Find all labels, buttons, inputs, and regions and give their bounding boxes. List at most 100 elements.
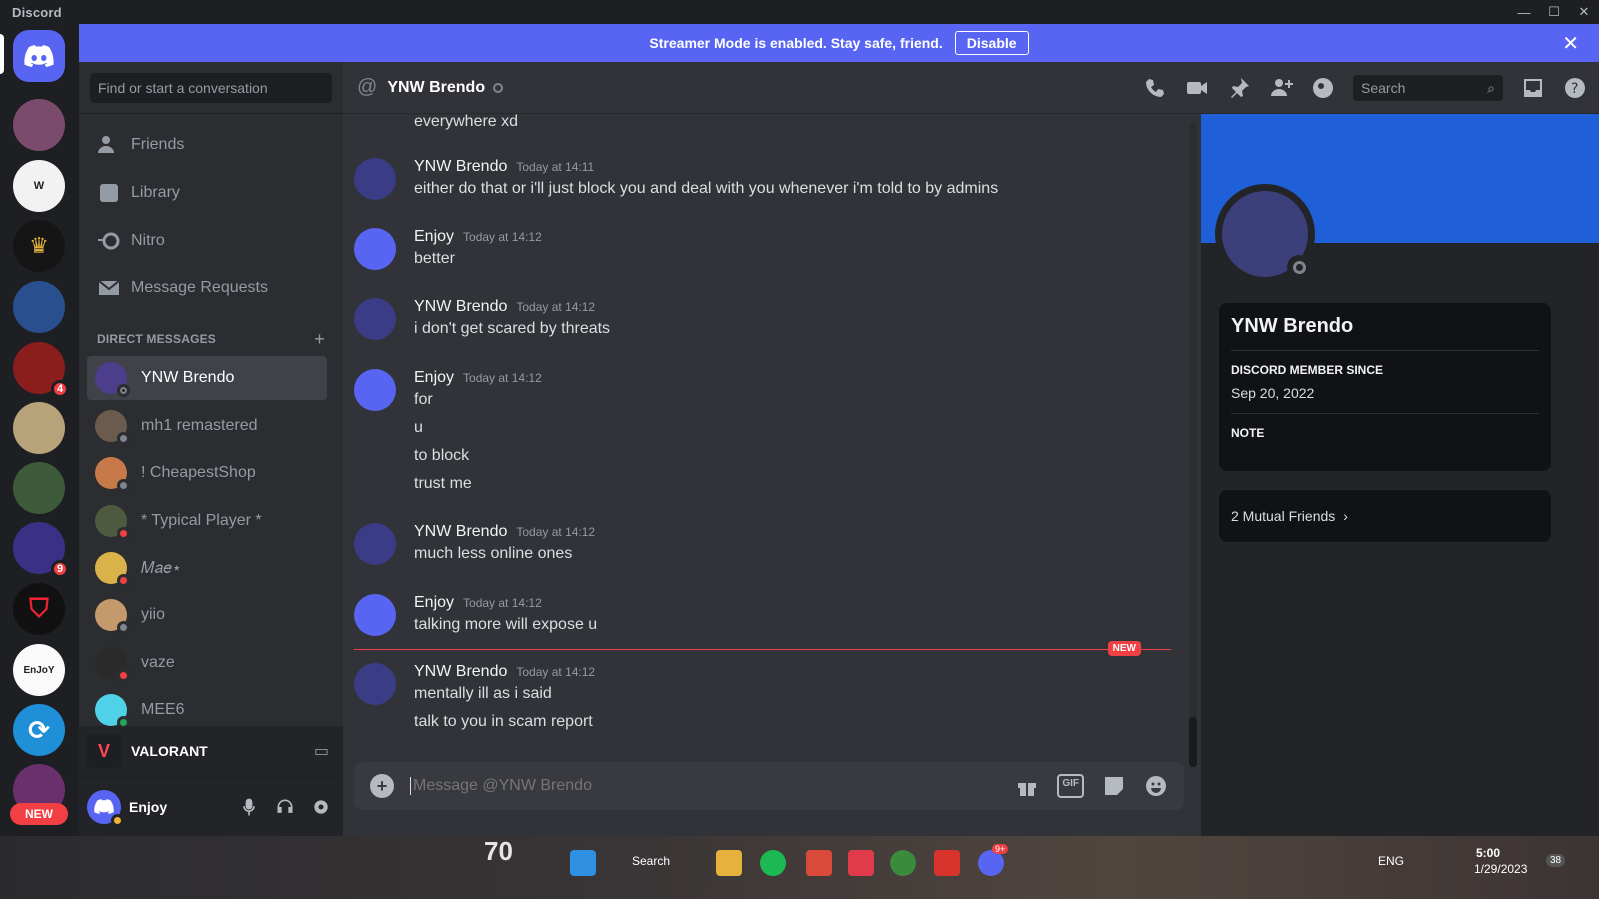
message-author[interactable]: Enjoy [414, 369, 454, 387]
screen-share-icon[interactable]: ▭ [314, 741, 329, 761]
gift-icon[interactable] [1015, 774, 1039, 798]
server-icon[interactable] [13, 99, 65, 151]
message-timestamp: Today at 14:12 [463, 596, 542, 610]
status-icon [117, 621, 130, 634]
valorant-taskbar-icon[interactable] [848, 850, 874, 876]
divider [79, 113, 343, 114]
nav-nitro[interactable]: Nitro [87, 220, 335, 262]
clock-time[interactable]: 5:00 [1476, 846, 1500, 860]
close-window-icon[interactable]: ✕ [1569, 0, 1599, 24]
video-call-icon[interactable] [1185, 76, 1209, 100]
server-icon[interactable]: 4 [13, 342, 69, 398]
message-author[interactable]: Enjoy [414, 228, 454, 246]
status-icon [117, 479, 130, 492]
emoji-icon[interactable] [1144, 774, 1168, 798]
avatar[interactable] [354, 369, 396, 411]
maximize-icon[interactable]: ☐ [1539, 0, 1569, 24]
settings-gear-icon[interactable] [311, 797, 331, 817]
dm-item[interactable]: 𝑀𝑎𝑒⋆ [87, 546, 327, 590]
username: Enjoy [129, 798, 168, 815]
dm-name: * Typical Player * [141, 512, 262, 529]
mention-badge: 9 [51, 560, 69, 578]
headphones-icon[interactable] [275, 797, 295, 817]
dm-name: MEE6 [141, 701, 185, 718]
message-author[interactable]: Enjoy [414, 594, 454, 612]
close-banner-icon[interactable]: ✕ [1562, 31, 1579, 56]
avatar[interactable] [354, 523, 396, 565]
selected-pill [0, 34, 4, 74]
app-name: Discord [12, 4, 62, 20]
chevron-right-icon: › [1343, 508, 1348, 524]
dm-name: vaze [141, 654, 175, 671]
app-icon[interactable] [806, 850, 832, 876]
mutual-friends-card[interactable]: 2 Mutual Friends › [1219, 490, 1551, 542]
nav-library[interactable]: Library [87, 172, 335, 214]
new-unreads-badge[interactable]: NEW [10, 803, 68, 825]
inbox-icon[interactable] [1521, 76, 1545, 100]
message-input[interactable] [410, 777, 1016, 795]
dm-item[interactable]: yiio [87, 593, 327, 637]
add-friends-dm-icon[interactable] [1269, 76, 1293, 100]
pdf-reader-icon[interactable] [934, 850, 960, 876]
server-icon[interactable] [13, 402, 65, 454]
minimize-icon[interactable]: — [1509, 0, 1539, 24]
chrome-icon[interactable] [890, 850, 916, 876]
message-author[interactable]: YNW Brendo [414, 663, 507, 681]
dm-item[interactable]: ! CheapestShop [87, 451, 327, 495]
taskbar-search[interactable]: Search [632, 854, 670, 868]
clock-date[interactable]: 1/29/2023 [1474, 862, 1527, 876]
server-icon[interactable]: W [13, 160, 65, 212]
server-icon[interactable] [13, 281, 65, 333]
avatar [95, 647, 130, 682]
nav-friends[interactable]: Friends [87, 124, 335, 166]
at-icon: @ [357, 76, 378, 98]
gif-button[interactable]: GIF [1057, 774, 1084, 798]
server-sync-icon[interactable]: ⟳ [13, 704, 65, 756]
avatar[interactable] [354, 228, 396, 270]
notification-center[interactable]: 38 [1546, 854, 1566, 867]
member-since-value: Sep 20, 2022 [1231, 385, 1315, 401]
language-indicator[interactable]: ENG [1378, 854, 1404, 868]
spotify-icon[interactable] [760, 850, 786, 876]
user-avatar[interactable] [87, 789, 124, 827]
server-crown-icon[interactable]: ♛ [13, 220, 65, 272]
user-profile-icon[interactable] [1311, 76, 1335, 100]
dm-item[interactable]: YNW Brendo [87, 356, 327, 400]
dm-item[interactable]: * Typical Player * [87, 499, 327, 543]
microphone-icon[interactable] [239, 797, 259, 817]
nav-message-requests[interactable]: Message Requests [87, 267, 335, 309]
dm-item[interactable]: vaze [87, 641, 327, 685]
server-icon[interactable] [13, 462, 65, 514]
server-icon[interactable]: EnJoY [13, 644, 65, 696]
message-timestamp: Today at 14:12 [516, 300, 596, 314]
create-dm-icon[interactable]: + [314, 329, 325, 350]
mutual-friends-label: 2 Mutual Friends [1231, 508, 1336, 524]
avatar[interactable] [354, 158, 396, 200]
status-icon [117, 432, 130, 445]
search-input[interactable]: Search ⌕ [1353, 75, 1503, 101]
disable-button[interactable]: Disable [954, 31, 1029, 55]
pinned-messages-icon[interactable] [1227, 76, 1251, 100]
dm-item[interactable]: mh1 remastered [87, 404, 327, 448]
server-icon[interactable]: 9 [13, 522, 69, 578]
home-button[interactable] [13, 30, 65, 82]
message-author[interactable]: YNW Brendo [414, 298, 507, 316]
avatar[interactable] [354, 594, 396, 636]
find-conversation-input[interactable]: Find or start a conversation [90, 73, 332, 103]
mutual-friends-row[interactable]: 2 Mutual Friends › [1219, 490, 1551, 542]
search-icon: ⌕ [1487, 79, 1495, 96]
scrollbar-track[interactable] [1189, 122, 1197, 762]
voice-call-icon[interactable] [1143, 76, 1167, 100]
help-icon[interactable]: ? [1563, 76, 1587, 100]
avatar[interactable] [354, 298, 396, 340]
file-explorer-icon[interactable] [716, 850, 742, 876]
sticker-icon[interactable] [1102, 774, 1126, 798]
composer-tools: GIF [1015, 774, 1168, 798]
add-attachment-icon[interactable]: + [370, 774, 394, 798]
message-author[interactable]: YNW Brendo [414, 158, 507, 176]
message-text: i don't get scared by threats [414, 320, 611, 337]
message-author[interactable]: YNW Brendo [414, 523, 507, 541]
avatar[interactable] [354, 663, 396, 705]
scrollbar-thumb[interactable] [1189, 717, 1197, 767]
server-shield-icon[interactable]: ⛉ [13, 583, 65, 635]
